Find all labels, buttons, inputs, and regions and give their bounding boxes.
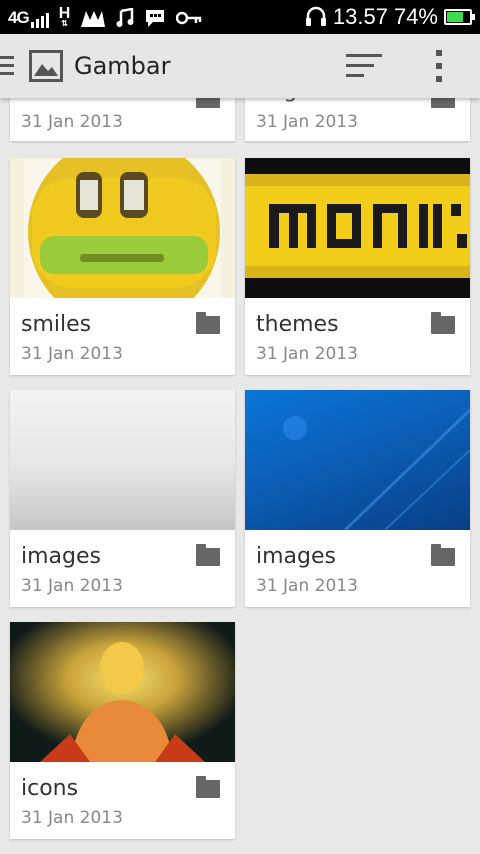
album-card-icons[interactable]: icons 31 Jan 2013 xyxy=(10,622,235,839)
folder-icon xyxy=(196,544,220,566)
album-date: 31 Jan 2013 xyxy=(21,344,123,364)
album-card-themes[interactable]: themes 31 Jan 2013 xyxy=(245,158,470,375)
album-grid: icons 31 Jan 2013 nage 31 Jan 2013 xyxy=(0,0,480,854)
folder-icon xyxy=(196,312,220,334)
sort-icon[interactable] xyxy=(346,54,382,78)
picture-icon xyxy=(29,50,63,82)
menu-icon[interactable] xyxy=(0,56,14,76)
album-name: images xyxy=(256,544,336,569)
album-card-images-2[interactable]: images 31 Jan 2013 xyxy=(245,390,470,607)
album-name: smiles xyxy=(21,312,92,337)
album-date: 31 Jan 2013 xyxy=(21,576,123,596)
album-thumbnail xyxy=(245,390,470,530)
album-date: 31 Jan 2013 xyxy=(256,576,358,596)
album-date: 31 Jan 2013 xyxy=(21,808,123,828)
album-name: images xyxy=(21,544,101,569)
album-card-images-1[interactable]: images 31 Jan 2013 xyxy=(10,390,235,607)
action-bar: Gambar xyxy=(0,34,480,98)
album-date: 31 Jan 2013 xyxy=(256,344,358,364)
album-card-smiles[interactable]: smiles 31 Jan 2013 xyxy=(10,158,235,375)
album-thumbnail xyxy=(10,622,235,762)
folder-icon xyxy=(196,776,220,798)
album-thumbnail xyxy=(245,158,470,298)
folder-icon xyxy=(431,544,455,566)
folder-icon xyxy=(431,312,455,334)
album-thumbnail xyxy=(10,390,235,530)
album-date: 31 Jan 2013 xyxy=(256,112,358,132)
album-date: 31 Jan 2013 xyxy=(21,112,123,132)
album-name: themes xyxy=(256,312,339,337)
album-name: icons xyxy=(21,776,79,801)
page-title: Gambar xyxy=(74,52,171,80)
album-thumbnail xyxy=(10,158,235,298)
more-vert-icon[interactable] xyxy=(432,50,446,82)
